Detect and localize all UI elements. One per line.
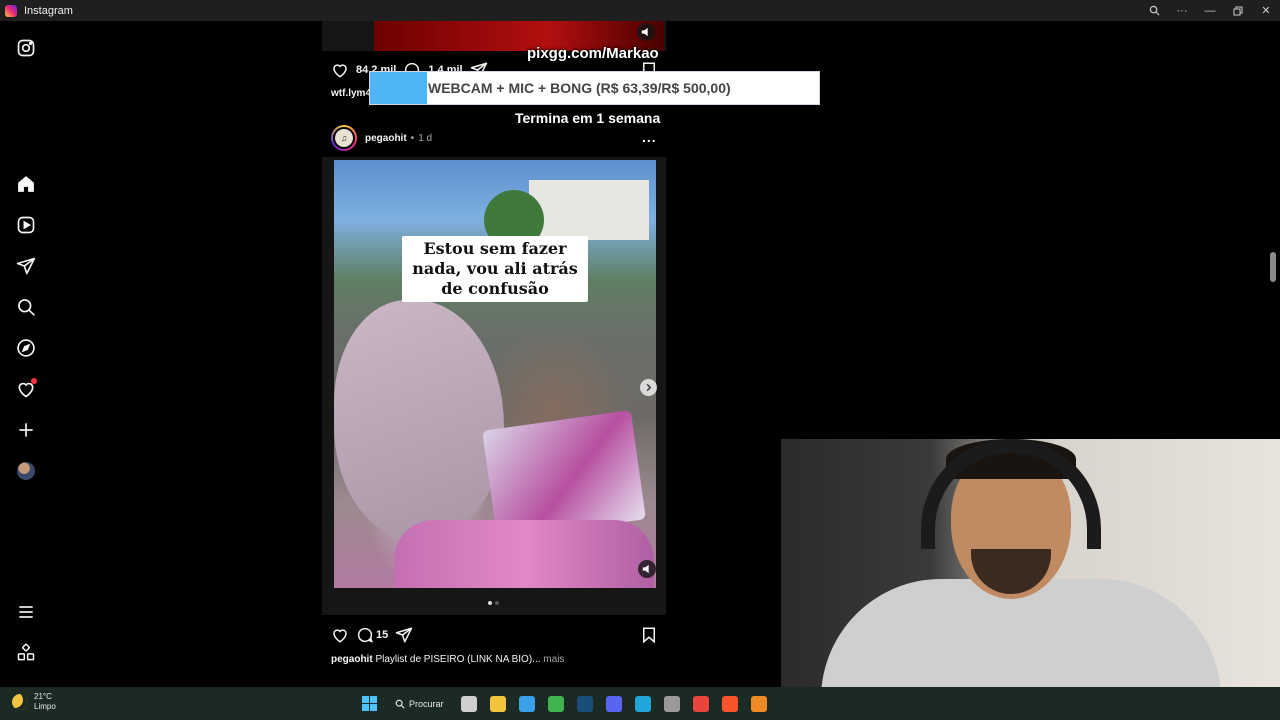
brave-glyph <box>722 695 739 712</box>
window-controls: ··· — ✕ <box>1140 0 1280 21</box>
post-separator: • <box>410 132 415 144</box>
xbox-glyph <box>548 695 565 712</box>
post-more-button[interactable]: ... <box>642 129 657 145</box>
post-media[interactable] <box>334 160 656 588</box>
caption-username[interactable]: pegaohit <box>331 654 373 665</box>
post-avatar[interactable]: ♫ <box>331 125 357 151</box>
carousel-dot-active <box>488 601 492 605</box>
instagram-app-icon <box>5 4 17 17</box>
caption-text: Playlist de PISEIRO (LINK NA BIO)... <box>375 654 541 665</box>
mute-icon[interactable] <box>638 560 656 578</box>
previous-post-caption: wtf.lym4 <box>331 88 371 99</box>
search-icon <box>395 699 405 709</box>
person-head-shape <box>334 300 504 540</box>
task-view-glyph <box>461 695 478 712</box>
avatar <box>17 462 35 480</box>
caption-username[interactable]: wtf.lym4 <box>331 88 371 99</box>
windows-icon <box>362 696 377 711</box>
store-icon[interactable] <box>516 692 539 715</box>
save-icon[interactable] <box>640 626 658 644</box>
apps-icon[interactable] <box>14 641 38 665</box>
building-shape <box>529 180 649 240</box>
like-icon[interactable] <box>331 61 349 79</box>
pink-shirt-shape <box>394 520 654 588</box>
zoom-icon[interactable] <box>1140 0 1168 21</box>
notifications-icon[interactable] <box>14 377 38 401</box>
post-username[interactable]: pegaohit <box>365 133 407 144</box>
edge-icon[interactable] <box>632 692 655 715</box>
cloud-glyph <box>751 695 768 712</box>
media-caption-overlay: Estou sem fazer nada, vou ali atrás de c… <box>402 236 588 302</box>
search-icon[interactable] <box>14 295 38 319</box>
explore-icon[interactable] <box>14 336 38 360</box>
close-icon[interactable]: ✕ <box>1252 0 1280 21</box>
title-bar: Instagram ··· — ✕ <box>0 0 1280 21</box>
app-icon[interactable] <box>661 692 684 715</box>
more-icon[interactable]: ··· <box>1168 0 1196 21</box>
window-title: Instagram <box>24 4 73 17</box>
music-note-icon: ♫ <box>333 127 355 149</box>
post-actions: 15 <box>331 626 413 644</box>
taskbar-search-label: Procurar <box>409 698 444 709</box>
discord-glyph <box>606 695 623 712</box>
taskbar-search[interactable]: Procurar <box>387 692 452 715</box>
donation-goal-bar: WEBCAM + MIC + BONG (R$ 63,39/R$ 500,00) <box>369 71 820 105</box>
reels-icon[interactable] <box>14 213 38 237</box>
carousel-next-button[interactable] <box>640 379 657 396</box>
instagram-logo-icon[interactable] <box>14 36 38 60</box>
donation-goal-fill <box>370 72 427 104</box>
start-button[interactable] <box>358 692 381 715</box>
sidebar <box>0 21 52 687</box>
webcam-feed <box>781 439 1280 720</box>
file-explorer-glyph <box>490 695 507 712</box>
app-glyph <box>664 695 681 712</box>
steam-glyph <box>577 695 594 712</box>
post-caption: pegaohit Playlist de PISEIRO (LINK NA BI… <box>331 654 564 665</box>
comment-count: 15 <box>376 629 389 641</box>
taskbar-apps: Procurar <box>358 692 771 715</box>
cloud-icon[interactable] <box>748 692 771 715</box>
chevron-right-icon <box>646 383 652 392</box>
task-view-icon[interactable] <box>458 692 481 715</box>
mute-icon[interactable] <box>637 23 655 41</box>
minimize-icon[interactable]: — <box>1196 0 1224 21</box>
moon-icon <box>12 694 28 710</box>
xbox-icon[interactable] <box>545 692 568 715</box>
chrome-glyph <box>693 695 710 712</box>
caption-more-link[interactable]: mais <box>543 654 564 665</box>
like-icon[interactable] <box>331 626 349 644</box>
post-header: ♫ pegaohit • 1 d <box>331 124 432 152</box>
notification-badge <box>31 378 37 384</box>
comment-icon[interactable] <box>356 626 374 644</box>
discord-icon[interactable] <box>603 692 626 715</box>
page-scrollbar[interactable] <box>1270 252 1276 282</box>
profile-avatar[interactable] <box>14 459 38 483</box>
carousel-dot <box>495 601 499 605</box>
steam-icon[interactable] <box>574 692 597 715</box>
donation-goal-label: WEBCAM + MIC + BONG (R$ 63,39/R$ 500,00) <box>428 80 731 96</box>
store-glyph <box>519 695 536 712</box>
create-icon[interactable] <box>14 418 38 442</box>
chrome-icon[interactable] <box>690 692 713 715</box>
donation-url-overlay: pixgg.com/Markao <box>527 45 659 62</box>
post-timestamp: 1 d <box>418 132 433 144</box>
brave-icon[interactable] <box>719 692 742 715</box>
taskbar: 21°C Limpo Procurar <box>0 687 1280 720</box>
weather-condition: Limpo <box>34 702 56 711</box>
weather-widget[interactable]: 21°C Limpo <box>12 692 56 712</box>
share-icon[interactable] <box>395 626 413 644</box>
menu-icon[interactable] <box>14 600 38 624</box>
donation-goal-deadline: Termina em 1 semana <box>515 110 661 126</box>
messages-icon[interactable] <box>14 254 38 278</box>
restore-icon[interactable] <box>1224 0 1252 21</box>
carousel-indicator <box>488 601 499 605</box>
file-explorer-icon[interactable] <box>487 692 510 715</box>
edge-glyph <box>635 695 652 712</box>
weather-temperature: 21°C <box>34 692 52 701</box>
home-icon[interactable] <box>14 172 38 196</box>
